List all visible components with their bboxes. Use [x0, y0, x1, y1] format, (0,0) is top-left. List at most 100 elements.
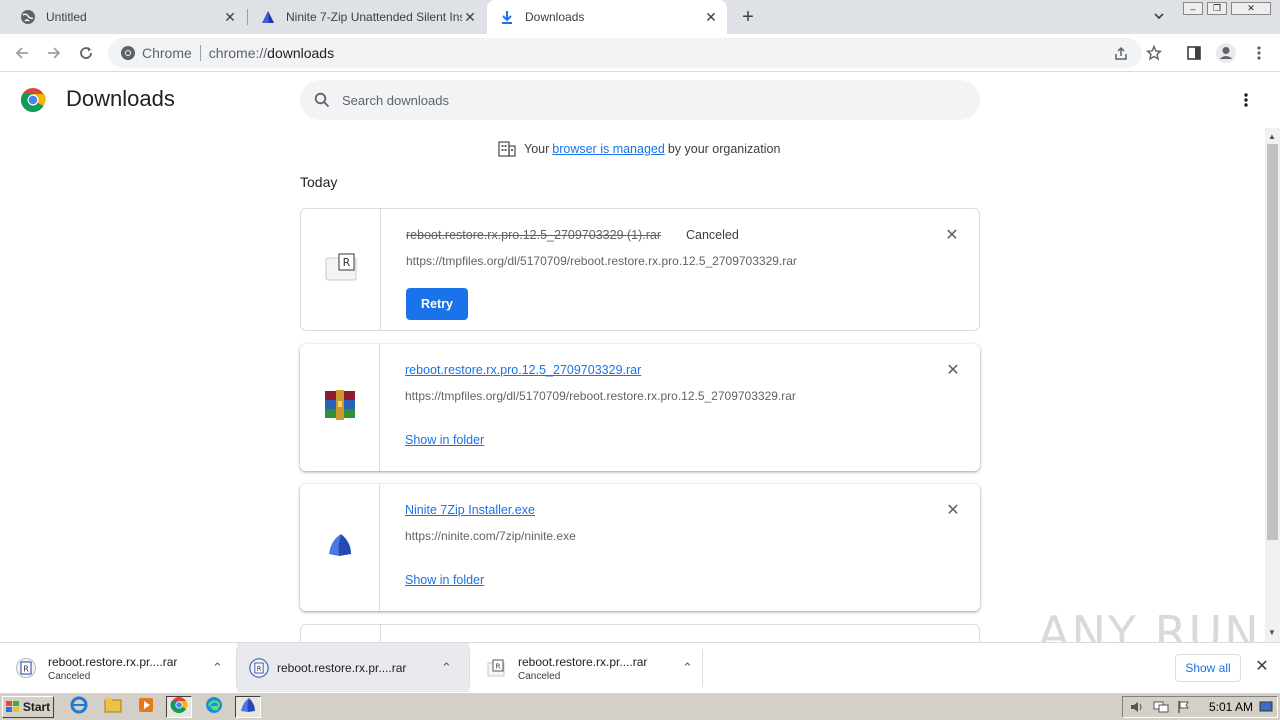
side-panel-button[interactable]	[1181, 40, 1207, 66]
shelf-status: Canceled	[48, 670, 91, 682]
network-icon[interactable]	[1153, 700, 1169, 714]
download-icon-cell: R	[301, 209, 381, 330]
search-icon	[314, 92, 330, 108]
site-info-chip[interactable]: Chrome	[120, 45, 192, 61]
start-button[interactable]: Start	[2, 696, 54, 718]
taskbar-clock[interactable]: 5:01 AM	[1209, 700, 1253, 714]
shelf-filename: reboot.restore.rx.pr....rar	[277, 661, 407, 675]
shelf-item[interactable]: R reboot.restore.rx.pr....rar Canceled ⌃	[470, 643, 702, 693]
page-title: Downloads	[66, 86, 175, 111]
chevron-up-icon[interactable]: ⌃	[441, 660, 452, 676]
tab-untitled[interactable]: Untitled ✕	[0, 0, 246, 34]
media-player-quicklaunch[interactable]	[133, 696, 159, 718]
ninite-taskbar-button[interactable]	[235, 696, 261, 718]
new-tab-button[interactable]: +	[738, 6, 758, 28]
close-icon[interactable]: ✕	[703, 9, 719, 25]
close-icon[interactable]: ✕	[462, 9, 478, 25]
svg-text:R: R	[496, 663, 501, 671]
chevron-up-icon[interactable]: ⌃	[682, 660, 693, 676]
managed-link[interactable]: browser is managed	[552, 142, 665, 156]
back-button[interactable]	[9, 40, 35, 66]
ninite-icon	[239, 696, 257, 719]
search-input[interactable]	[342, 92, 942, 108]
restore-button[interactable]: ❐	[1207, 2, 1227, 15]
tab-search-button[interactable]	[1152, 9, 1170, 25]
download-filename: reboot.restore.rx.pro.12.5_2709703329 (1…	[406, 228, 662, 242]
share-icon	[1115, 46, 1127, 60]
shelf-status: Canceled	[518, 670, 561, 682]
minimize-button[interactable]: –	[1183, 2, 1203, 15]
remove-download-button[interactable]: ✕	[944, 361, 962, 379]
ninite-icon	[325, 530, 355, 565]
site-chip-label: Chrome	[142, 45, 192, 61]
window-controls: – ❐ ✕	[1183, 2, 1273, 16]
url-host: downloads	[267, 45, 335, 61]
system-tray: 5:01 AM	[1122, 696, 1278, 718]
flag-icon[interactable]	[1177, 700, 1191, 714]
windows-flag-icon	[5, 701, 20, 713]
close-window-button[interactable]: ✕	[1231, 2, 1271, 15]
remove-download-button[interactable]: ✕	[943, 226, 961, 244]
svg-text:R: R	[23, 665, 29, 674]
download-url[interactable]: https://tmpfiles.org/dl/5170709/reboot.r…	[405, 389, 796, 403]
download-item: R reboot.restore.rx.pro.12.5_2709703329 …	[300, 208, 980, 331]
search-bar[interactable]	[300, 80, 980, 120]
share-button[interactable]	[1108, 40, 1134, 66]
media-player-icon	[138, 697, 154, 718]
address-bar[interactable]: Chrome chrome:// downloads	[108, 38, 1142, 68]
tab-ninite[interactable]: Ninite 7-Zip Unattended Silent Install ✕	[248, 0, 486, 34]
avatar-icon	[1216, 43, 1236, 63]
close-icon[interactable]: ✕	[222, 9, 238, 25]
back-arrow-icon	[15, 47, 28, 59]
chevron-up-icon[interactable]: ⌃	[212, 660, 223, 676]
tab-strip: Untitled ✕ Ninite 7-Zip Unattended Silen…	[0, 0, 1280, 34]
chrome-logo-icon	[20, 87, 46, 113]
star-icon	[1146, 45, 1162, 61]
volume-icon[interactable]	[1129, 700, 1145, 714]
rar-file-icon: R	[486, 658, 506, 678]
show-in-folder-link[interactable]: Show in folder	[405, 433, 484, 447]
tab-title: Ninite 7-Zip Unattended Silent Install	[286, 10, 462, 24]
side-panel-icon	[1187, 46, 1201, 60]
forward-button[interactable]	[41, 40, 67, 66]
profile-button[interactable]	[1213, 40, 1239, 66]
download-item: reboot.restore.rx.pro.12.5_2709703329.ra…	[300, 344, 980, 471]
shelf-item[interactable]: R reboot.restore.rx.pr....rar ⌃	[237, 643, 469, 693]
show-desktop-icon[interactable]	[1259, 700, 1273, 714]
edge-taskbar-button[interactable]	[201, 696, 227, 718]
download-item: Ninite 7Zip Installer.exe https://ninite…	[300, 484, 980, 611]
download-icon-cell	[300, 344, 380, 471]
internet-explorer-icon	[70, 696, 88, 719]
show-all-button[interactable]: Show all	[1175, 654, 1241, 682]
download-filename-link[interactable]: Ninite 7Zip Installer.exe	[405, 503, 535, 517]
chrome-taskbar-button[interactable]	[166, 696, 192, 718]
close-shelf-button[interactable]: ✕	[1252, 656, 1272, 676]
download-filename-link[interactable]: reboot.restore.rx.pro.12.5_2709703329.ra…	[405, 363, 641, 377]
folder-icon	[104, 697, 122, 718]
tab-downloads[interactable]: Downloads ✕	[487, 0, 727, 34]
reload-button[interactable]	[73, 40, 99, 66]
bookmark-button[interactable]	[1141, 40, 1167, 66]
page-scrollbar[interactable]: ▲ ▼	[1265, 128, 1280, 642]
scroll-down-arrow-icon[interactable]: ▼	[1268, 628, 1276, 637]
retry-button[interactable]: Retry	[406, 288, 468, 320]
remove-download-button[interactable]: ✕	[944, 501, 962, 519]
ie-quicklaunch[interactable]	[66, 696, 92, 718]
shelf-item[interactable]: R reboot.restore.rx.pr....rar Canceled ⌃	[0, 643, 236, 693]
download-url[interactable]: https://ninite.com/7zip/ninite.exe	[405, 529, 576, 543]
tab-title: Downloads	[525, 10, 585, 24]
chrome-menu-button[interactable]	[1246, 40, 1272, 66]
chrome-small-icon	[121, 46, 135, 60]
scroll-up-arrow-icon[interactable]: ▲	[1268, 132, 1276, 141]
explorer-quicklaunch[interactable]	[100, 696, 126, 718]
download-url[interactable]: https://tmpfiles.org/dl/5170709/reboot.r…	[406, 254, 797, 268]
reload-icon	[80, 47, 92, 59]
rar-file-icon: R	[249, 658, 269, 678]
start-label: Start	[22, 700, 51, 714]
more-vert-icon	[1257, 46, 1261, 60]
scrollbar-thumb[interactable]	[1267, 144, 1278, 540]
managed-prefix: Your	[524, 142, 550, 156]
managed-notice: Your browser is managed by your organiza…	[498, 141, 780, 157]
show-in-folder-link[interactable]: Show in folder	[405, 573, 484, 587]
page-menu-button[interactable]	[1240, 92, 1252, 108]
